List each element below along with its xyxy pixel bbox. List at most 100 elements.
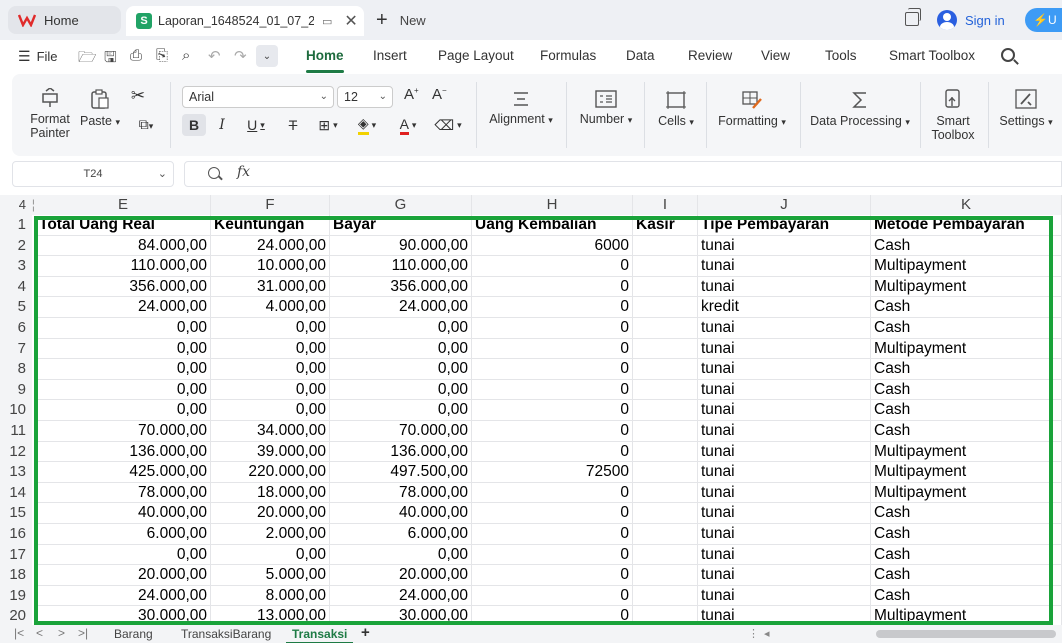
table-cell[interactable]: Multipayment (871, 338, 1062, 360)
table-cell[interactable]: Multipayment (871, 276, 1062, 298)
table-cell[interactable]: 30.000,00 (330, 606, 472, 627)
row-header[interactable]: 11 (0, 421, 32, 442)
add-sheet-button[interactable]: + (361, 624, 370, 641)
table-header-cell[interactable]: Kasir (633, 215, 698, 236)
table-cell[interactable]: 24.000,00 (330, 585, 472, 607)
table-cell[interactable]: 0 (472, 421, 633, 442)
function-icon[interactable]: fx (237, 164, 250, 180)
table-cell[interactable]: kredit (698, 297, 871, 318)
table-cell[interactable]: tunai (698, 565, 871, 586)
table-header-cell[interactable]: Keuntungan (211, 215, 330, 236)
bold-button[interactable]: B (182, 114, 206, 136)
table-cell[interactable] (633, 606, 698, 627)
table-cell[interactable]: tunai (698, 544, 871, 566)
table-cell[interactable]: 24.000,00 (36, 585, 211, 607)
table-cell[interactable]: 6000 (472, 235, 633, 257)
table-cell[interactable]: tunai (698, 400, 871, 421)
column-header-g[interactable]: G (330, 195, 472, 215)
table-cell[interactable] (633, 256, 698, 277)
copy-icon[interactable]: ⧉▾ (132, 116, 160, 133)
file-menu[interactable]: ☰ File (18, 48, 58, 65)
row-header[interactable]: 1 (0, 215, 32, 236)
column-header-i[interactable]: I (633, 195, 698, 215)
tab-view[interactable]: View (761, 48, 790, 63)
table-cell[interactable] (633, 318, 698, 339)
home-tab[interactable]: Home (8, 6, 121, 34)
table-cell[interactable]: Cash (871, 565, 1062, 586)
number-format-button[interactable]: Number ▾ (576, 90, 636, 126)
table-cell[interactable]: 110.000,00 (36, 256, 211, 277)
table-cell[interactable]: tunai (698, 379, 871, 401)
strikethrough-button[interactable]: T (284, 114, 302, 136)
table-cell[interactable] (633, 297, 698, 318)
conditional-formatting-button[interactable]: Formatting ▾ (714, 90, 790, 128)
table-cell[interactable]: 2.000,00 (211, 524, 330, 545)
row-header[interactable]: 2 (0, 235, 32, 257)
table-cell[interactable]: 0 (472, 359, 633, 380)
table-cell[interactable]: 0 (472, 606, 633, 627)
table-cell[interactable]: 0,00 (36, 359, 211, 380)
table-cell[interactable]: tunai (698, 441, 871, 463)
table-cell[interactable]: 10.000,00 (211, 256, 330, 277)
table-cell[interactable]: 0 (472, 400, 633, 421)
cells-button[interactable]: Cells ▾ (652, 90, 700, 128)
table-cell[interactable]: 0 (472, 276, 633, 298)
table-cell[interactable]: 0,00 (330, 338, 472, 360)
table-cell[interactable]: Cash (871, 400, 1062, 421)
borders-button[interactable]: ⊞ ▾ (313, 114, 343, 136)
decrease-font-icon[interactable]: A− (432, 86, 447, 103)
document-tab[interactable]: S Laporan_1648524_01_07_2023 ▭ ✕ (126, 6, 364, 36)
first-sheet-icon[interactable]: |< (14, 626, 24, 640)
clear-format-button[interactable]: ⌫ ▾ (433, 114, 463, 136)
table-cell[interactable]: 0 (472, 318, 633, 339)
cut-icon[interactable]: ✂ (128, 86, 148, 106)
table-cell[interactable]: 20.000,00 (211, 503, 330, 524)
table-cell[interactable]: tunai (698, 359, 871, 380)
table-cell[interactable]: 20.000,00 (36, 565, 211, 586)
column-header-e[interactable]: E (36, 195, 211, 215)
table-header-cell[interactable]: Metode Pembayaran (871, 215, 1062, 236)
open-folder-icon[interactable]: 🗁 (78, 47, 97, 72)
table-cell[interactable]: 0 (472, 256, 633, 277)
table-cell[interactable]: 13.000,00 (211, 606, 330, 627)
export-pdf-icon[interactable]: ⎘ (156, 47, 168, 64)
table-cell[interactable]: 136.000,00 (330, 441, 472, 463)
table-header-cell[interactable]: Tipe Pembayaran (698, 215, 871, 236)
italic-button[interactable]: I (212, 114, 232, 136)
quick-access-dropdown[interactable]: ⌄ (256, 45, 278, 67)
table-cell[interactable]: 497.500,00 (330, 462, 472, 483)
upgrade-button[interactable]: ⚡ U (1025, 8, 1062, 32)
table-cell[interactable]: Multipayment (871, 256, 1062, 277)
table-cell[interactable]: tunai (698, 524, 871, 545)
table-cell[interactable]: 4.000,00 (211, 297, 330, 318)
table-cell[interactable]: 24.000,00 (36, 297, 211, 318)
table-cell[interactable]: 0 (472, 297, 633, 318)
table-cell[interactable]: tunai (698, 482, 871, 504)
table-cell[interactable] (633, 585, 698, 607)
sheet-tab-barang[interactable]: Barang (114, 627, 153, 641)
smart-toolbox-button[interactable]: Smart Toolbox (926, 88, 980, 142)
table-cell[interactable] (633, 544, 698, 566)
table-cell[interactable]: 356.000,00 (330, 276, 472, 298)
row-header[interactable]: 7 (0, 338, 32, 360)
table-cell[interactable]: 425.000,00 (36, 462, 211, 483)
table-cell[interactable] (633, 338, 698, 360)
table-cell[interactable]: 0,00 (36, 544, 211, 566)
table-cell[interactable]: Cash (871, 318, 1062, 339)
row-header[interactable]: 13 (0, 462, 32, 483)
table-cell[interactable]: tunai (698, 276, 871, 298)
table-cell[interactable]: 20.000,00 (330, 565, 472, 586)
monitor-icon[interactable]: ▭ (322, 15, 332, 28)
table-cell[interactable] (633, 235, 698, 257)
table-cell[interactable]: Multipayment (871, 441, 1062, 463)
column-header-j[interactable]: J (698, 195, 871, 215)
table-cell[interactable]: Cash (871, 585, 1062, 607)
table-cell[interactable] (633, 276, 698, 298)
table-cell[interactable]: 0,00 (36, 400, 211, 421)
tab-page-layout[interactable]: Page Layout (438, 48, 514, 63)
table-cell[interactable]: 0,00 (330, 544, 472, 566)
table-cell[interactable]: 70.000,00 (36, 421, 211, 442)
table-cell[interactable]: Cash (871, 359, 1062, 380)
table-header-cell[interactable]: Uang Kembalian (472, 215, 633, 236)
table-header-cell[interactable]: Bayar (330, 215, 472, 236)
